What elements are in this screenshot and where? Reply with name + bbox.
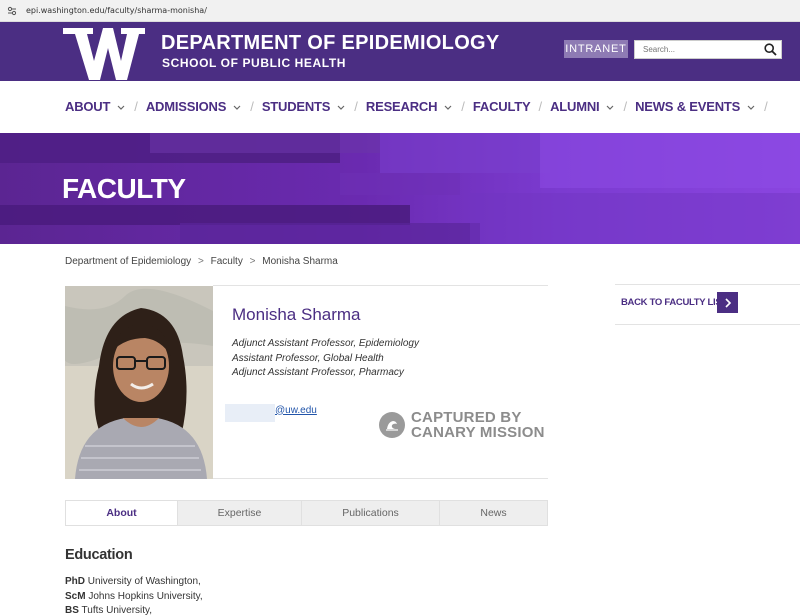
nav-item-students[interactable]: STUDENTS / bbox=[262, 99, 366, 114]
hero-title: FACULTY bbox=[62, 173, 186, 204]
nav-separator: / bbox=[764, 99, 768, 114]
faculty-photo bbox=[65, 286, 213, 479]
nav-label[interactable]: NEWS & EVENTS bbox=[635, 99, 740, 114]
education-degree: ScM bbox=[65, 590, 86, 602]
url-text[interactable]: epi.washington.edu/faculty/sharma-monish… bbox=[26, 6, 207, 15]
faculty-name: Monisha Sharma bbox=[232, 305, 361, 324]
chevron-right-icon bbox=[724, 297, 731, 308]
site-header: DEPARTMENT OF EPIDEMIOLOGY SCHOOL OF PUB… bbox=[0, 22, 800, 81]
faculty-titles: Adjunct Assistant Professor, Epidemiolog… bbox=[232, 337, 419, 381]
department-title[interactable]: DEPARTMENT OF EPIDEMIOLOGY bbox=[161, 32, 500, 55]
breadcrumb-link-faculty[interactable]: Faculty bbox=[211, 256, 243, 267]
nav-label[interactable]: ALUMNI bbox=[550, 99, 600, 114]
profile-divider-top bbox=[213, 285, 548, 286]
nav-separator: / bbox=[354, 99, 358, 114]
search-input[interactable] bbox=[635, 45, 762, 54]
tab-news[interactable]: News bbox=[440, 501, 547, 525]
profile-divider-bottom bbox=[213, 478, 548, 479]
intranet-button[interactable]: INTRANET bbox=[564, 40, 628, 58]
email-link[interactable]: @uw.edu bbox=[275, 405, 317, 416]
nav-item-about[interactable]: ABOUT / bbox=[65, 99, 146, 114]
nav-label[interactable]: STUDENTS bbox=[262, 99, 331, 114]
education-institution: University of Washington, bbox=[87, 576, 201, 587]
nav-item-alumni[interactable]: ALUMNI / bbox=[550, 99, 635, 114]
nav-item-research[interactable]: RESEARCH / bbox=[366, 99, 473, 114]
breadcrumb: Department of Epidemiology > Faculty > M… bbox=[65, 256, 338, 267]
education-institution: Johns Hopkins University, bbox=[88, 590, 203, 602]
profile-tabs: About Expertise Publications News bbox=[65, 500, 548, 526]
canary-mission-watermark: CAPTURED BY CANARY MISSION bbox=[379, 410, 545, 440]
breadcrumb-separator: > bbox=[249, 256, 256, 267]
main-nav: ABOUT / ADMISSIONS / STUDENTS / RESEARCH / F… bbox=[0, 81, 800, 133]
school-subtitle[interactable]: SCHOOL OF PUBLIC HEALTH bbox=[162, 56, 346, 70]
canary-logo-icon bbox=[379, 412, 405, 438]
watermark-line-2: CANARY MISSION bbox=[411, 424, 545, 441]
nav-separator: / bbox=[461, 99, 465, 114]
nav-separator: / bbox=[538, 99, 543, 114]
nav-item-news-events[interactable]: NEWS & EVENTS / bbox=[635, 99, 776, 114]
education-entry: PhD University of Washington, bbox=[65, 575, 203, 590]
uw-logo[interactable] bbox=[63, 28, 145, 80]
education-entry: BS Tufts University, bbox=[65, 604, 203, 615]
email-row: @uw.edu bbox=[225, 404, 317, 422]
tab-expertise[interactable]: Expertise bbox=[178, 501, 302, 525]
nav-item-admissions[interactable]: ADMISSIONS / bbox=[146, 99, 262, 114]
search-icon[interactable] bbox=[762, 42, 778, 58]
hero-banner: FACULTY bbox=[0, 133, 800, 244]
nav-label[interactable]: ABOUT bbox=[65, 99, 110, 114]
nav-label[interactable]: FACULTY bbox=[473, 99, 531, 114]
nav-separator: / bbox=[250, 99, 254, 114]
chevron-down-icon[interactable] bbox=[443, 102, 453, 112]
tab-publications[interactable]: Publications bbox=[302, 501, 440, 525]
search-box bbox=[634, 40, 782, 59]
email-redaction bbox=[225, 404, 275, 422]
faculty-title-line: Adjunct Assistant Professor, Pharmacy bbox=[232, 367, 404, 378]
chevron-down-icon[interactable] bbox=[746, 102, 756, 112]
education-entry: ScM Johns Hopkins University, bbox=[65, 590, 203, 605]
watermark-line-1: CAPTURED BY bbox=[411, 409, 522, 426]
education-degree: PhD bbox=[65, 576, 85, 587]
back-to-faculty-link[interactable]: BACK TO FACULTY LIST bbox=[621, 297, 727, 308]
site-info-icon[interactable] bbox=[6, 5, 18, 17]
education-list: PhD University of Washington, ScM Johns … bbox=[65, 575, 203, 615]
chevron-down-icon[interactable] bbox=[605, 102, 615, 112]
faculty-title-line: Assistant Professor, Global Health bbox=[232, 352, 384, 364]
nav-separator: / bbox=[134, 99, 138, 114]
nav-item-faculty[interactable]: FACULTY / bbox=[473, 99, 550, 114]
education-heading: Education bbox=[65, 547, 133, 563]
breadcrumb-link-department[interactable]: Department of Epidemiology bbox=[65, 256, 191, 267]
chevron-down-icon[interactable] bbox=[116, 102, 126, 112]
nav-separator: / bbox=[623, 99, 628, 114]
address-bar[interactable]: epi.washington.edu/faculty/sharma-monish… bbox=[0, 0, 800, 22]
nav-label[interactable]: ADMISSIONS bbox=[146, 99, 227, 114]
tab-about[interactable]: About bbox=[66, 501, 178, 525]
chevron-down-icon[interactable] bbox=[336, 102, 346, 112]
chevron-down-icon[interactable] bbox=[232, 102, 242, 112]
breadcrumb-current: Monisha Sharma bbox=[262, 256, 338, 267]
breadcrumb-separator: > bbox=[197, 256, 204, 267]
education-institution: Tufts University, bbox=[81, 605, 153, 615]
nav-label[interactable]: RESEARCH bbox=[366, 99, 438, 114]
education-degree: BS bbox=[65, 605, 79, 615]
back-to-faculty-button[interactable] bbox=[717, 292, 738, 313]
faculty-title-line: Adjunct Assistant Professor, Epidemiolog… bbox=[232, 338, 419, 349]
